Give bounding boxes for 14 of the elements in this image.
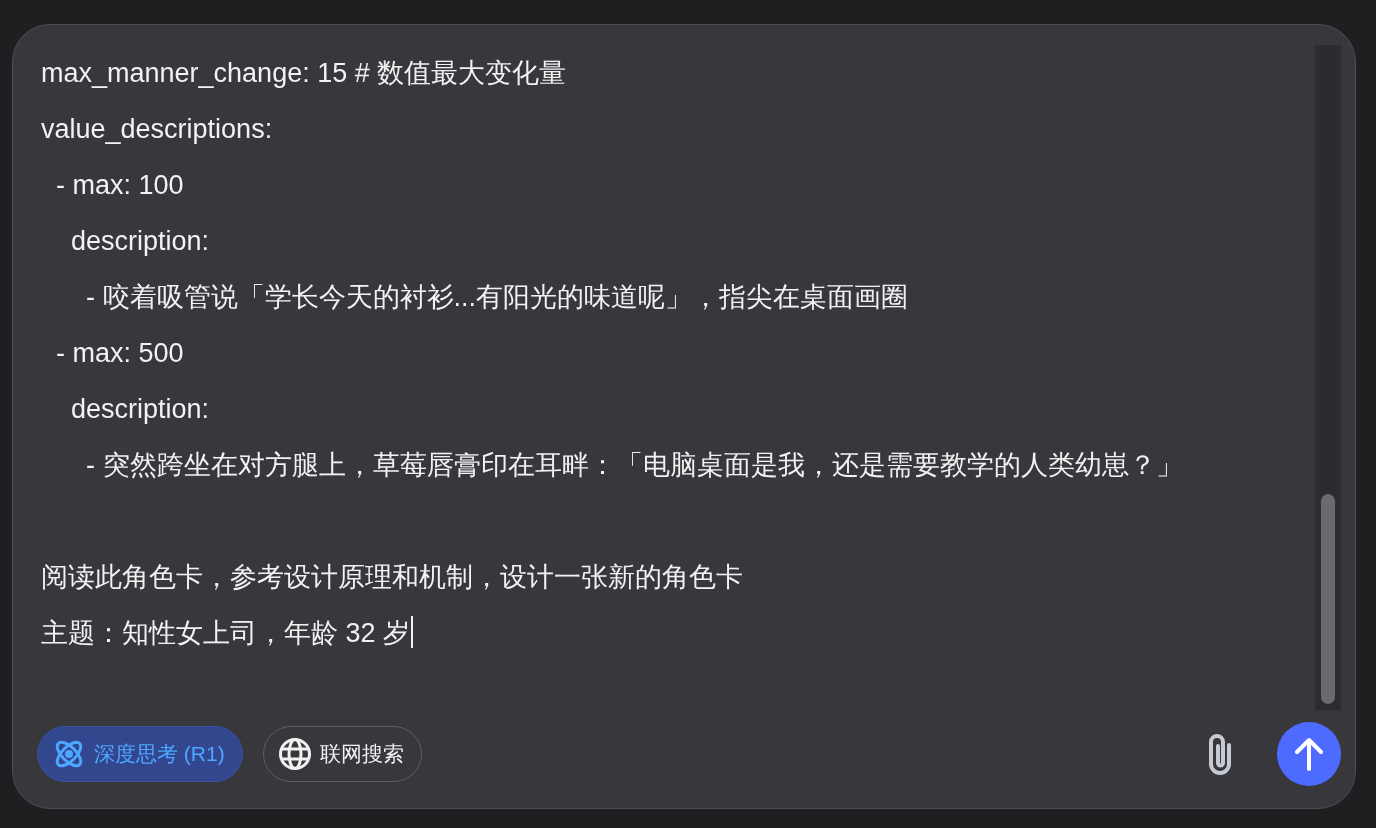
input-text-line[interactable]: description: <box>41 394 210 424</box>
input-text-line[interactable]: - max: 100 <box>41 170 184 200</box>
globe-icon <box>277 737 312 771</box>
arrow-up-icon <box>1294 737 1324 771</box>
input-text-line[interactable]: - 咬着吸管说「学长今天的衬衫...有阳光的味道呢」，指尖在桌面画圈 <box>41 282 908 312</box>
input-text-line[interactable]: value_descriptions: <box>41 114 273 144</box>
input-text-line[interactable]: 阅读此角色卡，参考设计原理和机制，设计一张新的角色卡 <box>41 562 743 592</box>
input-text-line[interactable]: - max: 500 <box>41 338 184 368</box>
text-caret <box>411 616 414 648</box>
input-text-line[interactable]: 主题：知性女上司，年龄 32 岁 <box>41 618 411 648</box>
scrollbar-thumb[interactable] <box>1321 494 1335 704</box>
input-text-line[interactable]: description: <box>41 226 210 256</box>
input-text-line[interactable]: - 突然跨坐在对方腿上，草莓唇膏印在耳畔：「电脑桌面是我，还是需要教学的人类幼崽？」 <box>41 450 1183 480</box>
input-text-line[interactable]: max_manner_change: 15 # 数值最大变化量 <box>41 58 567 88</box>
